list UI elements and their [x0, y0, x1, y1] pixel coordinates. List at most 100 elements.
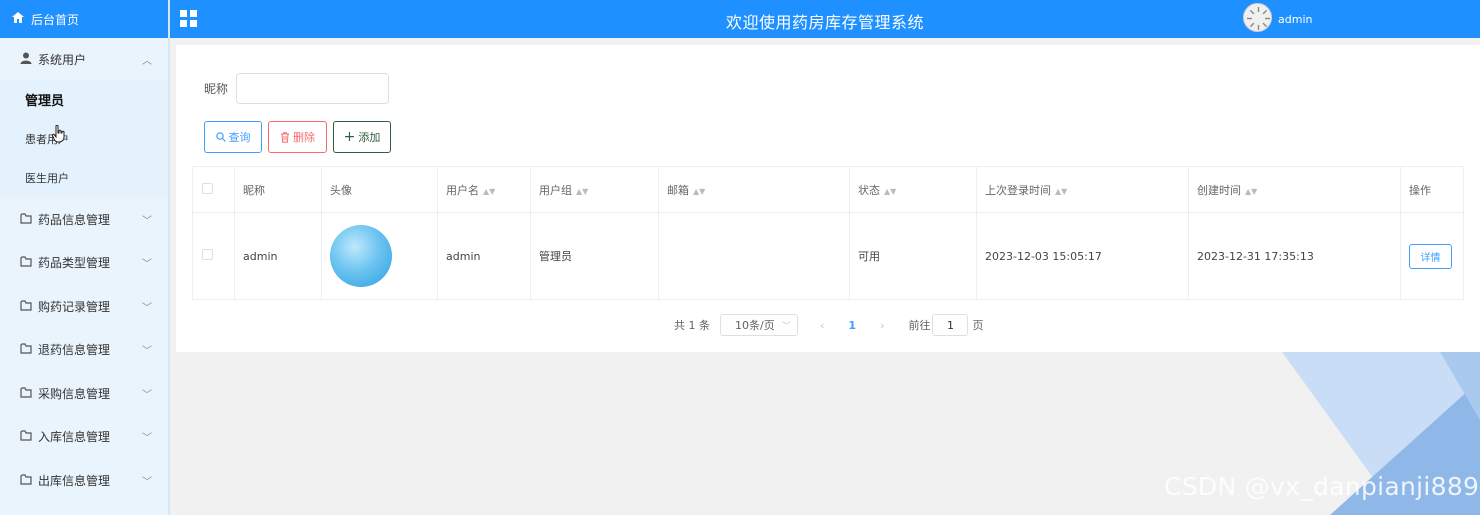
chevron-down-icon: ﹀ — [142, 433, 152, 444]
column-header[interactable]: 状态 ▲▼ — [849, 166, 977, 213]
delete-button[interactable]: 删除 — [268, 121, 327, 153]
pagination-total: 共 1 条 — [674, 319, 710, 332]
column-header[interactable]: 用户组 ▲▼ — [530, 166, 659, 213]
user-photo — [330, 225, 392, 287]
sidebar-group-label: 药品信息管理 — [38, 212, 111, 227]
sidebar-item-patients[interactable]: 患者用户 — [0, 119, 168, 158]
page-size-select[interactable]: 10条/页 ﹀ — [720, 314, 798, 336]
toolbar: 查询 删除 + 添加 — [204, 121, 391, 153]
chevron-down-icon: ﹀ — [142, 259, 152, 270]
cell-group: 管理员 — [530, 212, 659, 300]
sidebar-group-label: 系统用户 — [38, 52, 87, 67]
page-size-value: 10条/页 — [735, 319, 775, 332]
header-username[interactable]: admin — [1278, 13, 1312, 26]
folder-icon — [20, 212, 32, 227]
goto-page-input[interactable]: 1 — [932, 314, 969, 336]
next-page-icon[interactable]: › — [880, 319, 884, 332]
sidebar-item-doctors[interactable]: 医生用户 — [0, 158, 168, 197]
sidebar-group[interactable]: 药品信息管理 ﹀ — [0, 197, 168, 241]
folder-icon — [20, 299, 32, 314]
search-form: 昵称 — [204, 73, 389, 104]
sidebar-group-label: 药品类型管理 — [38, 256, 111, 270]
user-icon — [20, 52, 32, 67]
page-suffix: 页 — [972, 319, 984, 332]
home-icon — [12, 12, 24, 26]
column-header: 头像 — [321, 166, 438, 213]
column-header[interactable]: 用户名 ▲▼ — [437, 166, 531, 213]
page-number-current[interactable]: 1 — [848, 319, 856, 332]
sidebar-item-home[interactable]: 后台首页 — [0, 0, 168, 38]
chevron-down-icon: ﹀ — [142, 389, 152, 401]
folder-icon — [20, 429, 32, 444]
folder-icon — [20, 386, 32, 401]
chevron-down-icon: ﹀ — [142, 302, 152, 314]
search-label: 昵称 — [204, 82, 229, 96]
sort-icon[interactable]: ▲▼ — [693, 187, 705, 196]
sidebar-group[interactable]: 出库信息管理 ﹀ — [0, 458, 168, 502]
sort-icon[interactable]: ▲▼ — [576, 187, 588, 196]
sidebar-home-label: 后台首页 — [31, 12, 80, 27]
watermark: CSDN @vx_danpianji889 — [1164, 472, 1480, 501]
sort-icon[interactable]: ▲▼ — [483, 187, 495, 196]
chevron-down-icon: ﹀ — [142, 476, 152, 488]
column-header[interactable]: 上次登录时间 ▲▼ — [976, 166, 1189, 213]
sidebar-group[interactable]: 药品类型管理 ﹀ — [0, 241, 168, 284]
trash-icon — [281, 131, 289, 143]
cell-username: admin — [437, 212, 531, 300]
cell-status: 可用 — [849, 212, 977, 300]
sidebar-group-label: 入库信息管理 — [38, 430, 111, 444]
column-header: 昵称 — [234, 166, 322, 213]
cell-last-login: 2023-12-03 15:05:17 — [976, 212, 1189, 300]
column-header[interactable]: 邮箱 ▲▼ — [658, 166, 850, 213]
sidebar-group[interactable]: 购药记录管理 ﹀ — [0, 284, 168, 328]
query-label: 查询 — [228, 131, 251, 144]
users-table: 昵称 头像 用户名 ▲▼ 用户组 ▲▼ 邮箱 ▲▼ 状态 ▲▼ 上次登录时间 ▲▼ 创建时… — [192, 166, 1464, 300]
chevron-down-icon: ﹀ — [781, 321, 791, 332]
cell-photo — [321, 212, 438, 300]
select-all-cell — [192, 166, 235, 213]
chevron-down-icon: ﹀ — [142, 346, 152, 357]
folder-icon — [20, 342, 32, 357]
row-checkbox[interactable] — [202, 249, 213, 260]
top-header: 欢迎使用药房库存管理系统 admin — [170, 0, 1480, 38]
cell-actions: 详情 — [1400, 212, 1464, 300]
folder-icon — [20, 473, 32, 488]
sidebar-group[interactable]: 入库信息管理 ﹀ — [0, 415, 168, 458]
row-select-cell — [192, 212, 235, 300]
sort-icon[interactable]: ▲▼ — [1055, 187, 1067, 196]
sidebar-group[interactable]: 退药信息管理 ﹀ — [0, 328, 168, 371]
column-header[interactable]: 创建时间 ▲▼ — [1188, 166, 1401, 213]
sidebar-submenu: 管理员 患者用户 医生用户 — [0, 80, 168, 197]
hand-cursor-icon — [51, 124, 66, 146]
sort-icon[interactable]: ▲▼ — [884, 187, 896, 196]
pagination: 共 1 条 10条/页 ﹀ ‹ 1 › 前往 1 页 — [674, 314, 983, 336]
query-button[interactable]: 查询 — [204, 121, 262, 153]
sidebar-item-admins[interactable]: 管理员 — [0, 80, 168, 119]
sidebar-group[interactable]: 采购信息管理 ﹀ — [0, 371, 168, 415]
delete-label: 删除 — [293, 131, 315, 144]
cell-created: 2023-12-31 17:35:13 — [1188, 212, 1401, 300]
avatar[interactable] — [1243, 3, 1272, 32]
sidebar-group-label: 采购信息管理 — [38, 386, 111, 401]
chevron-up-icon: ︿ — [142, 55, 152, 67]
select-all-checkbox[interactable] — [202, 182, 213, 194]
cell-email — [658, 212, 850, 300]
chevron-down-icon: ﹀ — [142, 215, 152, 227]
nickname-search-input[interactable] — [236, 73, 389, 104]
sidebar-group-system-users[interactable]: 系统用户 ︿ — [0, 38, 168, 80]
main-content: 昵称 查询 删除 + 添加 昵称 头像 用户名 ▲▼ 用户组 ▲▼ 邮箱 ▲▼ 状态 ▲… — [176, 45, 1480, 352]
table-header-row: 昵称 头像 用户名 ▲▼ 用户组 ▲▼ 邮箱 ▲▼ 状态 ▲▼ 上次登录时间 ▲▼ 创建时… — [192, 166, 1464, 213]
column-header: 操作 — [1400, 166, 1464, 213]
sidebar: 后台首页 系统用户 ︿ 管理员 患者用户 医生用户 药品信息管理 ﹀ 药品类型管… — [0, 0, 170, 515]
plus-icon: + — [343, 129, 356, 145]
folder-icon — [20, 255, 32, 270]
prev-page-icon[interactable]: ‹ — [820, 319, 824, 332]
sort-icon[interactable]: ▲▼ — [1245, 187, 1257, 196]
sidebar-group-label: 购药记录管理 — [38, 299, 111, 314]
goto-label: 前往 — [908, 319, 931, 332]
add-button[interactable]: + 添加 — [333, 121, 391, 153]
sidebar-group-label: 出库信息管理 — [38, 473, 111, 488]
add-label: 添加 — [358, 131, 381, 144]
search-icon — [215, 132, 226, 142]
detail-button[interactable]: 详情 — [1409, 243, 1452, 269]
